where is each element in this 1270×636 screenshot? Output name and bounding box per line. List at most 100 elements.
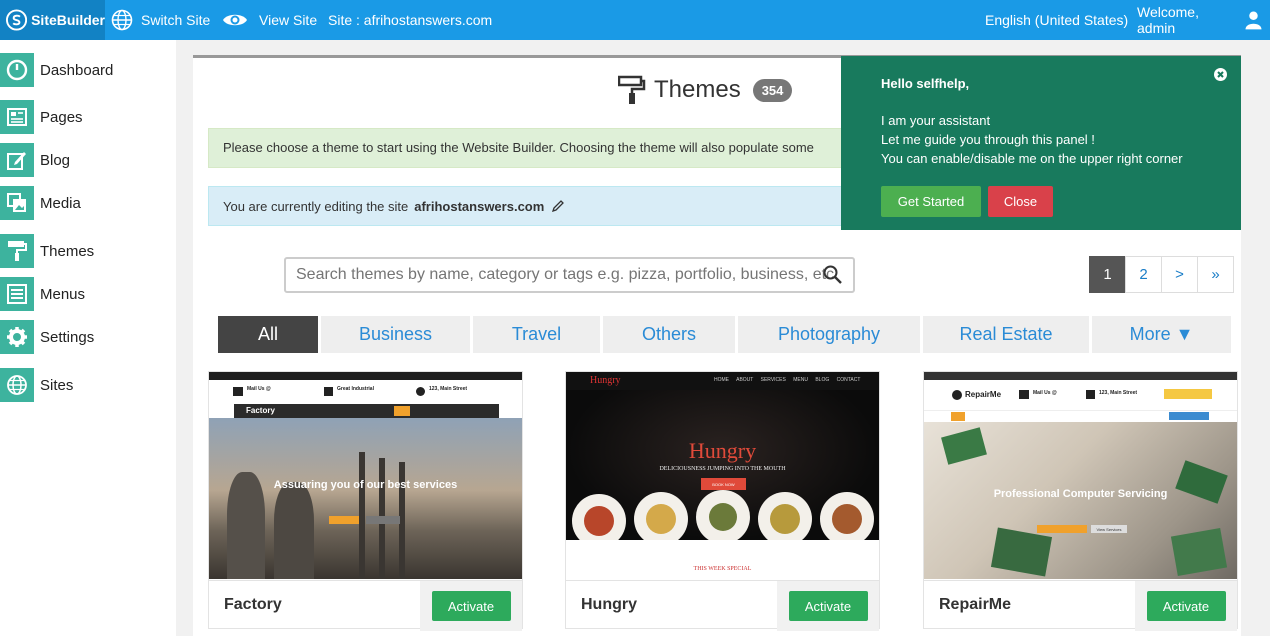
next-page-button[interactable]: > xyxy=(1161,256,1198,293)
sidebar-item-label: Menus xyxy=(40,285,86,303)
sidebar: Dashboard Pages Blog Media Themes Menus xyxy=(0,40,176,636)
hungry-sub: DELICIOUSNESS JUMPING INTO THE MOUTH xyxy=(659,466,786,472)
pagination: 1 2 > » xyxy=(1089,256,1234,293)
get-started-button[interactable]: Get Started xyxy=(881,186,981,217)
assistant-line-3: You can enable/disable me on the upper r… xyxy=(881,151,1183,166)
tab-real-estate[interactable]: Real Estate xyxy=(923,316,1089,353)
user-icon xyxy=(1245,11,1262,30)
sidebar-item-label: Sites xyxy=(40,376,74,394)
assistant-line-1: I am your assistant xyxy=(881,113,991,128)
top-bar: SiteBuilder Switch Site View Site Site :… xyxy=(0,0,1270,40)
hungry-book-button: BOOK NOW xyxy=(701,478,746,490)
factory-info-3: 123, Main Street xyxy=(429,386,468,392)
pages-icon xyxy=(0,100,34,134)
user-menu[interactable]: Welcome, admin xyxy=(1137,0,1270,40)
repairme-info-2: 123, Main Street xyxy=(1099,390,1138,396)
sidebar-item-settings[interactable]: Settings xyxy=(0,320,176,354)
pencil-icon[interactable] xyxy=(552,200,565,212)
last-page-button[interactable]: » xyxy=(1197,256,1234,293)
assistant-greeting: Hello selfhelp, xyxy=(881,76,970,91)
theme-thumbnail-hungry[interactable]: Hungry HOME ABOUT SERVICES MENU BLOG CON… xyxy=(566,372,879,579)
brand-logo[interactable]: SiteBuilder xyxy=(0,0,105,40)
hungry-special: THIS WEEK SPECIAL xyxy=(693,566,752,572)
theme-card-repairme[interactable]: RepairMe Mail Us @ 123, Main Street Prof… xyxy=(923,371,1238,631)
sidebar-item-label: Themes xyxy=(40,242,95,260)
sidebar-item-dashboard[interactable]: Dashboard xyxy=(0,53,176,87)
repairme-btn-2: View Services xyxy=(1091,525,1127,533)
repairme-logo-text: RepairMe xyxy=(965,390,1002,399)
activate-button[interactable]: Activate xyxy=(788,591,868,621)
theme-card-footer: Factory Activate xyxy=(209,580,522,631)
page-heading: Themes 354 xyxy=(618,75,793,105)
theme-name: Hungry xyxy=(581,596,637,613)
theme-name: Factory xyxy=(224,596,282,613)
globe-icon xyxy=(0,368,34,402)
brand-name: SiteBuilder xyxy=(31,12,105,28)
current-site-label: Site : afrihostanswers.com xyxy=(328,12,493,28)
activate-button[interactable]: Activate xyxy=(1146,591,1226,621)
theme-name: RepairMe xyxy=(939,596,1012,613)
sidebar-item-blog[interactable]: Blog xyxy=(0,143,176,177)
sidebar-item-label: Settings xyxy=(40,328,95,346)
sidebar-item-sites[interactable]: Sites xyxy=(0,368,176,402)
paint-roller-icon xyxy=(0,234,34,268)
view-site-button[interactable]: View Site xyxy=(222,0,317,40)
search-icon[interactable] xyxy=(823,265,842,284)
paint-roller-icon xyxy=(618,75,646,104)
hungry-headline: Hungry xyxy=(688,438,757,463)
sidebar-item-label: Blog xyxy=(40,151,71,169)
gear-icon xyxy=(0,320,34,354)
welcome-label: Welcome, admin xyxy=(1137,4,1199,36)
sitebuilder-logo-icon xyxy=(6,9,28,31)
sidebar-item-label: Media xyxy=(40,194,81,212)
activate-wrap: Activate xyxy=(1135,581,1237,631)
sidebar-item-media[interactable]: Media xyxy=(0,186,176,220)
hungry-nav: HOME ABOUT SERVICES MENU BLOG CONTACT xyxy=(714,377,861,383)
dashboard-icon xyxy=(0,53,34,87)
repairme-headline: Professional Computer Servicing xyxy=(993,488,1168,500)
theme-thumbnail-factory[interactable]: Mail Us @ Great Industrial 123, Main Str… xyxy=(209,372,522,579)
page-1-button[interactable]: 1 xyxy=(1089,256,1126,293)
theme-count-badge: 354 xyxy=(752,78,793,102)
activate-wrap: Activate xyxy=(777,581,879,631)
factory-headline: Assuaring you of our best services xyxy=(273,479,458,491)
sidebar-item-themes[interactable]: Themes xyxy=(0,234,176,268)
editing-prefix: You are currently editing the site xyxy=(223,198,409,214)
factory-info-1: Mail Us @ xyxy=(247,386,271,392)
factory-info-2: Great Industrial xyxy=(337,386,374,392)
view-site-label: View Site xyxy=(259,12,318,28)
tab-photography[interactable]: Photography xyxy=(738,316,920,353)
page-2-button[interactable]: 2 xyxy=(1125,256,1162,293)
switch-site-label: Switch Site xyxy=(141,12,211,28)
tab-business[interactable]: Business xyxy=(321,316,470,353)
tab-more-dropdown[interactable]: More ▼ xyxy=(1092,316,1231,353)
activate-button[interactable]: Activate xyxy=(431,591,511,621)
close-icon[interactable] xyxy=(1214,68,1227,81)
assistant-line-2: Let me guide you through this panel ! xyxy=(881,132,1095,147)
sidebar-item-pages[interactable]: Pages xyxy=(0,100,176,134)
language-selector[interactable]: English (United States) xyxy=(985,0,1128,40)
blog-icon xyxy=(0,143,34,177)
repairme-info-1: Mail Us @ xyxy=(1033,390,1057,396)
page-title: Themes xyxy=(654,76,741,103)
assistant-close-button[interactable]: Close xyxy=(988,186,1053,217)
theme-card-footer: Hungry Activate xyxy=(566,580,879,631)
tab-travel[interactable]: Travel xyxy=(473,316,600,353)
tab-others[interactable]: Others xyxy=(603,316,735,353)
hungry-logo-text: Hungry xyxy=(590,375,621,386)
sidebar-item-label: Pages xyxy=(40,108,83,126)
tab-all[interactable]: All xyxy=(218,316,318,353)
theme-card-footer: RepairMe Activate xyxy=(924,580,1237,631)
eye-icon xyxy=(223,14,247,26)
editing-site-name: afrihostanswers.com xyxy=(414,198,545,214)
theme-card-hungry[interactable]: Hungry HOME ABOUT SERVICES MENU BLOG CON… xyxy=(565,371,880,631)
globe-icon xyxy=(111,9,133,31)
theme-card-factory[interactable]: Mail Us @ Great Industrial 123, Main Str… xyxy=(208,371,523,631)
theme-search-input[interactable] xyxy=(284,257,855,293)
sidebar-item-menus[interactable]: Menus xyxy=(0,277,176,311)
switch-site-button[interactable]: Switch Site xyxy=(111,0,210,40)
factory-logo-text: Factory xyxy=(246,406,275,415)
theme-thumbnail-repairme[interactable]: RepairMe Mail Us @ 123, Main Street Prof… xyxy=(924,372,1237,579)
media-icon xyxy=(0,186,34,220)
menus-icon xyxy=(0,277,34,311)
